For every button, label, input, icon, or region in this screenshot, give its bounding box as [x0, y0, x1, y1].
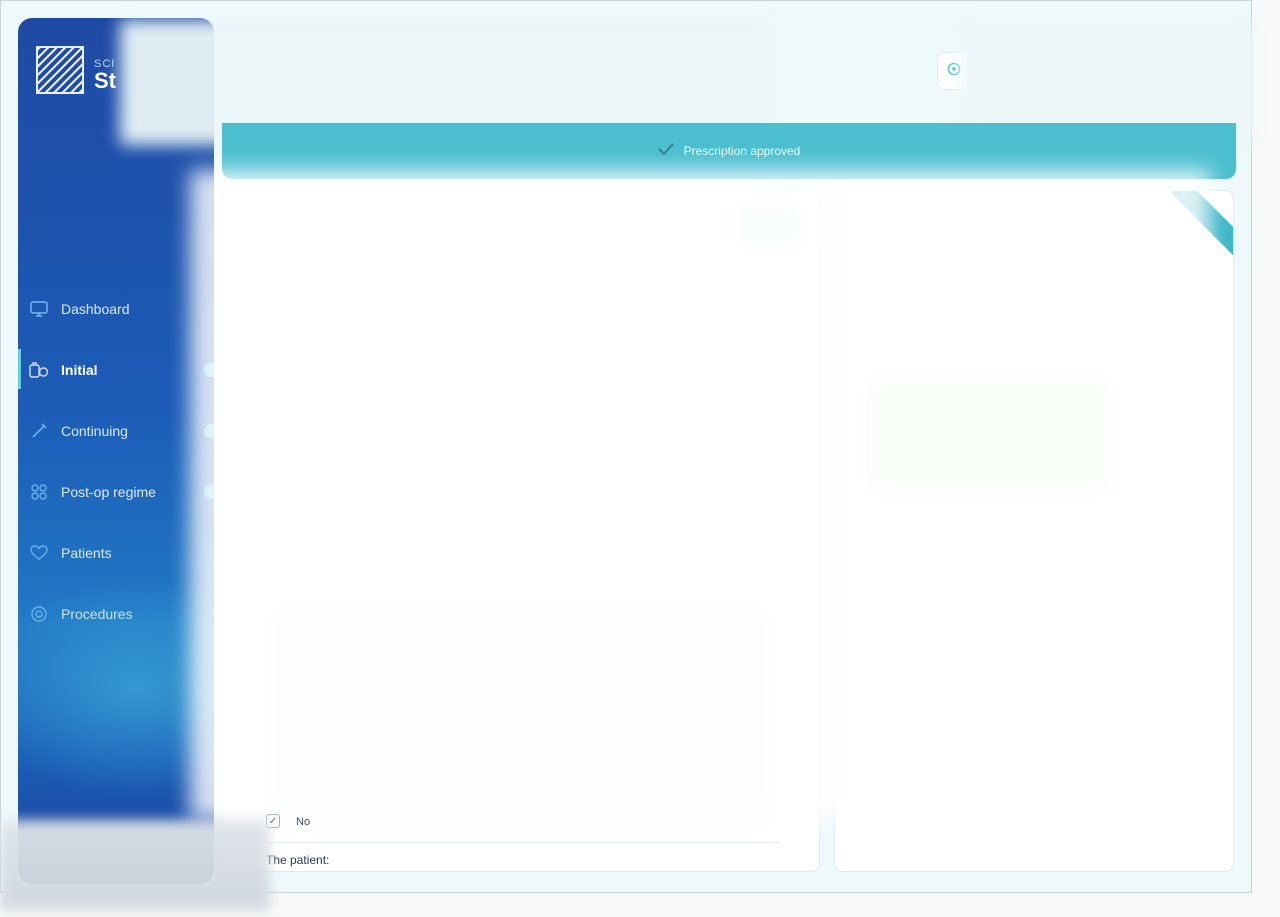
banner-text: Prescription approved	[683, 143, 801, 158]
heart-icon	[29, 543, 49, 563]
sidebar: SCI St Dashboard Initial Continuing Post…	[18, 18, 214, 884]
divider	[266, 842, 780, 843]
sidebar-item-post-op-regime[interactable]: Post-op regime	[18, 461, 214, 522]
sidebar-item-label: Initial	[61, 361, 98, 378]
sidebar-item-procedures[interactable]: Procedures	[18, 583, 214, 644]
monitor-icon	[29, 299, 49, 319]
sidebar-item-patients[interactable]: Patients	[18, 522, 214, 583]
sidebar-nav: Dashboard Initial Continuing Post-op reg…	[18, 278, 214, 644]
sidebar-item-dashboard[interactable]: Dashboard	[18, 278, 214, 339]
sidebar-item-label: Continuing	[61, 422, 128, 439]
target-icon	[29, 604, 49, 624]
checkbox-label: No	[296, 816, 311, 828]
syringe-icon	[29, 421, 49, 441]
pills-icon	[29, 360, 49, 380]
check-icon	[657, 143, 674, 158]
sidebar-item-label: Dashboard	[61, 300, 130, 317]
sidebar-item-label: Post-op regime	[61, 483, 156, 500]
content-redacted	[190, 170, 1210, 820]
bandage-icon	[29, 482, 49, 502]
sidebar-item-label: Procedures	[61, 605, 133, 622]
sidebar-item-label: Patients	[61, 544, 112, 561]
logo-text-big: St	[94, 68, 116, 93]
sidebar-item-continuing[interactable]: Continuing	[18, 400, 214, 461]
sidebar-item-initial[interactable]: Initial	[18, 339, 214, 400]
logo-icon	[36, 46, 84, 94]
sidebar-footer-redacted	[0, 820, 270, 910]
patient-label: The patient:	[266, 853, 330, 867]
check-icon: ✓	[268, 815, 278, 827]
